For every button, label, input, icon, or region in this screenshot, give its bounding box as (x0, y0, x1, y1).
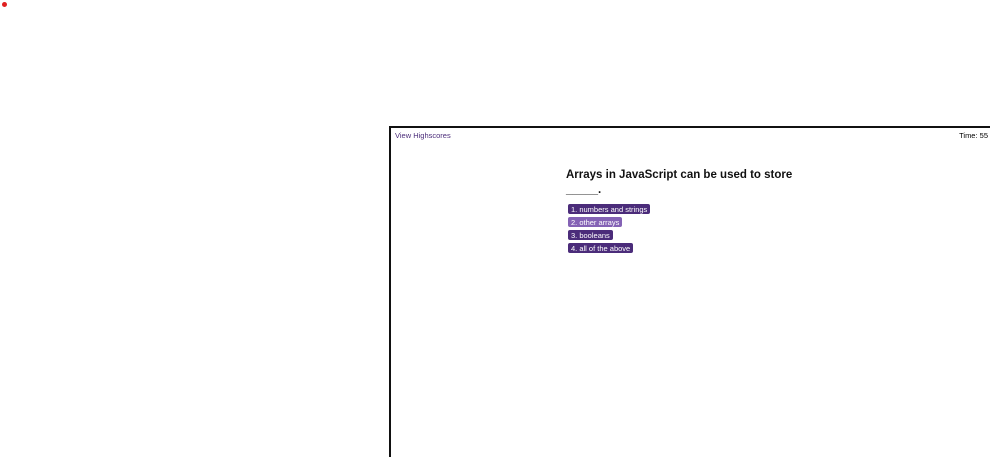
question-text: Arrays in JavaScript can be used to stor… (566, 169, 793, 181)
recording-indicator-icon (2, 2, 7, 7)
view-highscores-link[interactable]: View Highscores (395, 131, 451, 140)
answer-button-4[interactable]: 4. all of the above (568, 243, 634, 253)
question-card: Arrays in JavaScript can be used to stor… (566, 168, 826, 256)
question-title: Arrays in JavaScript can be used to stor… (566, 168, 826, 198)
question-blank: _____. (566, 184, 602, 196)
header-bar: View Highscores Time: 55 (391, 128, 990, 144)
answer-button-1[interactable]: 1. numbers and strings (568, 204, 651, 214)
answer-button-2[interactable]: 2. other arrays (568, 217, 623, 227)
quiz-app-viewport: View Highscores Time: 55 Arrays in JavaS… (389, 126, 990, 457)
answer-button-3[interactable]: 3. booleans (568, 230, 613, 240)
answer-list: 1. numbers and strings 2. other arrays 3… (566, 204, 826, 253)
timer-display: Time: 55 (959, 131, 988, 140)
